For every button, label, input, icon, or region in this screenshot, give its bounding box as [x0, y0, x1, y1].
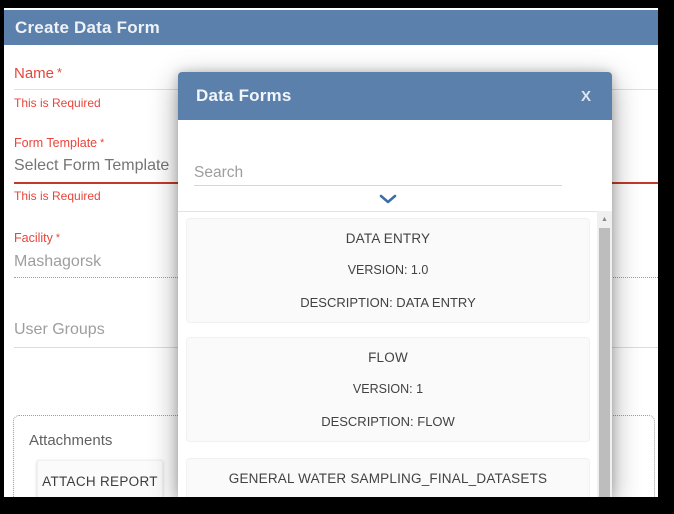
close-icon[interactable]: X	[581, 88, 591, 105]
list-item-flow[interactable]: FLOW VERSION: 1 DESCRIPTION: FLOW	[186, 337, 590, 442]
item-description: DESCRIPTION: DATA ENTRY	[300, 295, 476, 310]
list-divider	[178, 211, 612, 212]
data-forms-modal: Data Forms X DATA ENTRY VERSION: 1.0 DES…	[178, 72, 612, 497]
data-forms-modal-header: Data Forms X	[178, 72, 612, 120]
chevron-down-icon	[379, 194, 396, 204]
list-item-data-entry[interactable]: DATA ENTRY VERSION: 1.0 DESCRIPTION: DAT…	[186, 218, 590, 323]
scroll-up-icon[interactable]: ▲	[597, 212, 612, 227]
expand-list-button[interactable]	[178, 188, 597, 210]
item-title: GENERAL WATER SAMPLING_FINAL_DATASETS	[228, 471, 548, 486]
required-asterisk: *	[55, 232, 61, 244]
item-title: FLOW	[368, 350, 408, 365]
list-item-general-water-sampling[interactable]: GENERAL WATER SAMPLING_FINAL_DATASETS	[186, 458, 590, 497]
item-version: VERSION: 1.0	[347, 263, 429, 277]
item-title: DATA ENTRY	[345, 231, 431, 246]
page-title: Create Data Form	[15, 18, 160, 37]
search-field-wrap	[194, 160, 562, 186]
scrollbar-thumb[interactable]	[599, 228, 610, 497]
page-header: Create Data Form	[4, 10, 658, 45]
item-description: DESCRIPTION: FLOW	[321, 414, 455, 429]
item-version: VERSION: 1	[352, 382, 424, 396]
modal-scrollbar[interactable]: ▲	[597, 211, 612, 497]
search-input[interactable]	[194, 160, 562, 186]
attach-report-button[interactable]: ATTACH REPORT	[37, 460, 163, 497]
modal-title: Data Forms	[196, 86, 292, 105]
required-asterisk: *	[57, 65, 62, 80]
required-asterisk: *	[100, 137, 105, 149]
